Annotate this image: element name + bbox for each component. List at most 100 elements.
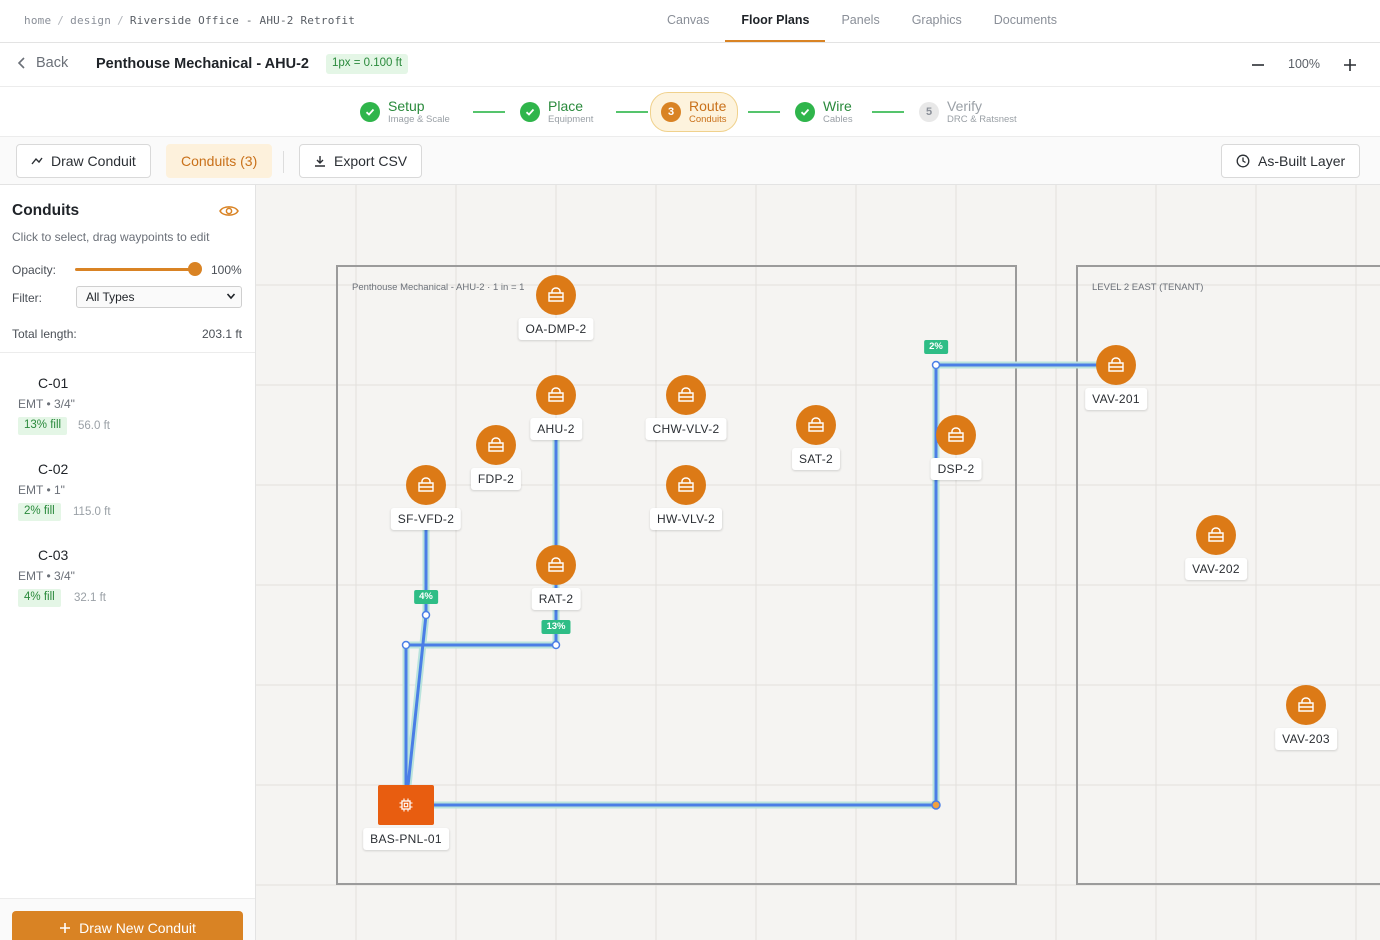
device-fdp-2[interactable]: [476, 425, 516, 465]
plus-icon: [60, 923, 71, 933]
tab-graphics[interactable]: Graphics: [896, 0, 978, 42]
draw-conduit-label: Draw Conduit: [51, 153, 136, 169]
sidebar-title: Conduits: [12, 202, 80, 219]
step-sub: Cables: [823, 113, 853, 125]
conduit-item-c03[interactable]: C-03 EMT • 3/4" 4% fill 32.1 ft: [0, 547, 255, 627]
device-vav-203[interactable]: [1286, 685, 1326, 725]
step-sub: DRC & Ratsnest: [947, 113, 1017, 125]
conduit-item-c02[interactable]: C-02 EMT • 1" 2% fill 115.0 ft: [0, 461, 255, 541]
step-place[interactable]: Place Equipment: [520, 95, 593, 129]
device-sf-vfd-2[interactable]: [406, 465, 446, 505]
device-chw-vlv-2[interactable]: [666, 375, 706, 415]
opacity-value: 100%: [211, 263, 242, 277]
step-wire[interactable]: Wire Cables: [795, 95, 853, 129]
device-sat-2[interactable]: [796, 405, 836, 445]
zoom-out-button[interactable]: [1246, 53, 1270, 77]
conduit-length: 115.0 ft: [73, 506, 111, 518]
waypoint-handle-selected: [931, 800, 941, 810]
divider: [0, 352, 255, 353]
tab-floor-plans[interactable]: Floor Plans: [725, 0, 826, 42]
draw-new-conduit-button[interactable]: Draw New Conduit: [12, 911, 243, 940]
filter-value: All Types: [86, 290, 135, 304]
back-button[interactable]: Back: [16, 55, 68, 71]
conduit-length: 32.1 ft: [74, 592, 106, 604]
step-connector: [748, 111, 780, 113]
step-label: Route: [689, 97, 727, 114]
device-icon: [418, 477, 434, 492]
check-icon: [360, 102, 380, 122]
device-dsp-2[interactable]: [936, 415, 976, 455]
sidebar-subtitle: Click to select, drag waypoints to edit: [12, 230, 210, 244]
tab-documents[interactable]: Documents: [978, 0, 1073, 42]
draw-conduit-button[interactable]: Draw Conduit: [16, 144, 151, 178]
toolbar-divider: [283, 151, 284, 173]
device-icon: [948, 427, 964, 442]
device-label: OA-DMP-2: [518, 318, 594, 340]
device-label: HW-VLV-2: [650, 508, 722, 530]
breadcrumb-home[interactable]: home: [24, 14, 51, 27]
chevron-down-icon: [226, 293, 236, 300]
floor-plan-canvas[interactable]: Penthouse Mechanical - AHU-2 · 1 in = 1 …: [256, 185, 1380, 940]
export-csv-label: Export CSV: [334, 153, 408, 169]
opacity-slider[interactable]: [75, 262, 202, 276]
waypoint-handle: [421, 610, 431, 620]
route-icon: [31, 157, 43, 165]
top-bar: home / design / Riverside Office - AHU-2 Ret…: [0, 0, 1380, 43]
slider-thumb[interactable]: [188, 262, 202, 276]
step-connector: [872, 111, 904, 113]
clock-icon: [1236, 154, 1250, 168]
device-oa-dmp-2[interactable]: [536, 275, 576, 315]
step-label: Verify: [947, 97, 983, 114]
eye-icon[interactable]: [219, 203, 239, 219]
step-connector: [473, 111, 505, 113]
as-built-label: As-Built Layer: [1258, 153, 1346, 169]
chevron-left-icon: [17, 57, 25, 69]
export-csv-button[interactable]: Export CSV: [299, 144, 423, 178]
device-ahu-2[interactable]: [536, 375, 576, 415]
conduit-c02: [404, 363, 1118, 807]
check-icon: [520, 102, 540, 122]
title-bar: Back Penthouse Mechanical - AHU-2 1px = …: [0, 43, 1380, 87]
conduit-id: C-02: [38, 461, 69, 477]
scale-badge: 1px = 0.100 ft: [326, 54, 409, 74]
breadcrumb-design[interactable]: design: [70, 14, 111, 27]
device-vav-201[interactable]: [1096, 345, 1136, 385]
filter-select[interactable]: All Types: [76, 286, 242, 308]
device-icon: [548, 387, 564, 402]
conduit-length: 56.0 ft: [78, 420, 110, 432]
conduit-item-c01[interactable]: C-01 EMT • 3/4" 13% fill 56.0 ft: [0, 375, 255, 455]
as-built-layer-button[interactable]: As-Built Layer: [1221, 144, 1361, 178]
step-label: Wire: [823, 97, 852, 114]
waypoint-handle: [931, 360, 941, 370]
tab-panels[interactable]: Panels: [825, 0, 895, 42]
device-label: FDP-2: [470, 468, 522, 490]
conduit-id: C-03: [38, 547, 69, 563]
page-title: Penthouse Mechanical - AHU-2: [96, 56, 309, 72]
step-setup[interactable]: Setup Image & Scale: [360, 95, 450, 129]
device-icon: [808, 417, 824, 432]
device-hw-vlv-2[interactable]: [666, 465, 706, 505]
breadcrumb: home / design / Riverside Office - AHU-2 Ret…: [24, 14, 355, 27]
device-icon: [678, 477, 694, 492]
step-sub: Equipment: [548, 113, 594, 125]
step-label: Place: [548, 97, 584, 114]
waypoint-handle: [551, 640, 561, 650]
step-route[interactable]: 3 Route Conduits: [650, 92, 738, 132]
device-vav-202[interactable]: [1196, 515, 1236, 555]
device-label: DSP-2: [930, 458, 982, 480]
conduit-fill-badge: 13% fill: [18, 417, 68, 435]
conduits-toggle-button[interactable]: Conduits (3): [166, 144, 273, 178]
conduit-c02-halo: [402, 361, 1120, 809]
panel-label: BAS-PNL-01: [363, 828, 449, 850]
fill-badge-c01: 13%: [541, 620, 571, 634]
step-verify[interactable]: 5 Verify DRC & Ratsnest: [919, 95, 1017, 129]
panel-bas-pnl-01[interactable]: [378, 785, 434, 825]
opacity-label: Opacity:: [12, 263, 57, 277]
zoom-in-button[interactable]: [1338, 53, 1362, 77]
device-label: AHU-2: [530, 418, 582, 440]
device-icon: [1208, 527, 1224, 542]
device-label: VAV-202: [1185, 558, 1247, 580]
breadcrumb-separator: /: [117, 14, 124, 27]
device-rat-2[interactable]: [536, 545, 576, 585]
tab-canvas[interactable]: Canvas: [651, 0, 725, 42]
